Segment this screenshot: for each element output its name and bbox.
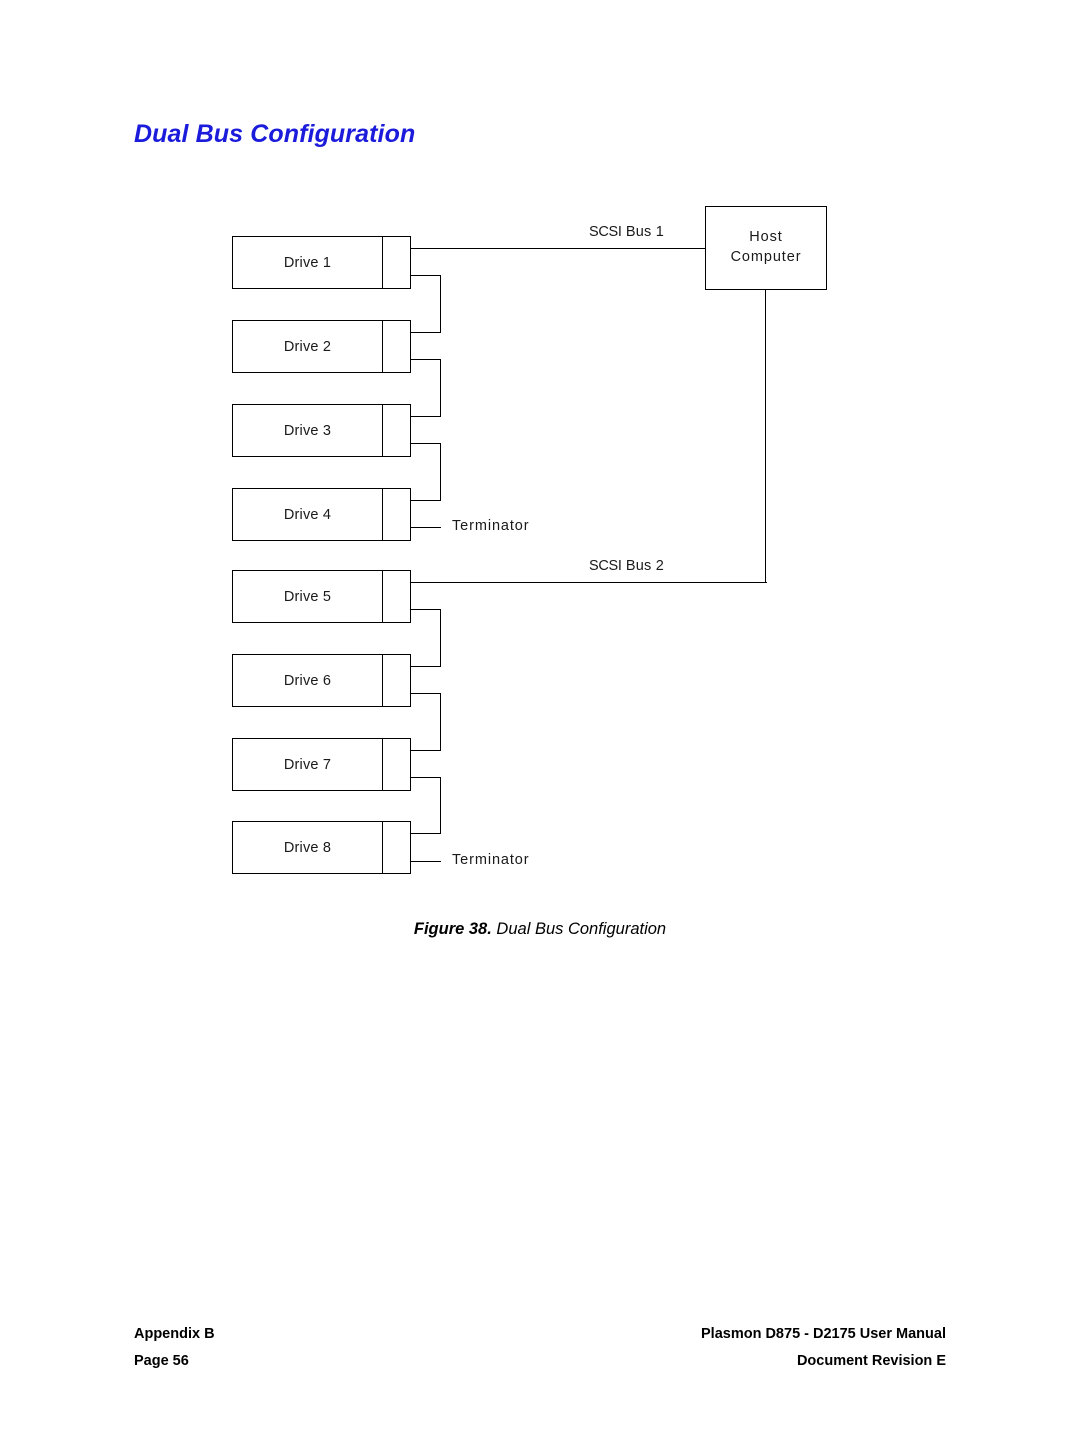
- scsi-bus-2-trunk-line: [411, 582, 767, 583]
- drive-label: Drive 4: [283, 506, 332, 523]
- footer-row-bottom: Page 56 Document Revision E: [134, 1348, 946, 1375]
- drive-box: Drive 7: [232, 738, 411, 791]
- chain-link-1-2-lower-stub: [411, 332, 441, 333]
- drive-label: Drive 3: [283, 422, 332, 439]
- footer-document-revision: Document Revision E: [796, 1352, 946, 1369]
- chain-link-3-4-upper-stub: [411, 443, 441, 444]
- chain-link-7-8-lower-stub: [411, 833, 441, 834]
- chain-link-2-3-upper-stub: [411, 359, 441, 360]
- drive-connector-port: [383, 571, 410, 622]
- drive-box: Drive 4: [232, 488, 411, 541]
- drive-connector-port: [383, 237, 410, 288]
- footer-manual-title: Plasmon D875 - D2175 User Manual: [701, 1326, 946, 1342]
- page-footer: Appendix B Plasmon D875 - D2175 User Man…: [134, 1321, 946, 1375]
- drive-label: Drive 6: [283, 672, 332, 689]
- drive-label: Drive 5: [283, 588, 332, 605]
- figure-caption-text: Dual Bus Configuration: [496, 920, 667, 938]
- chain-link-7-8-vertical: [440, 777, 441, 833]
- drive-body: Drive 5: [233, 571, 383, 622]
- drive-connector-port: [383, 822, 410, 873]
- host-computer-label-line1: Host: [749, 229, 783, 246]
- chain-link-5-6-vertical: [440, 609, 441, 666]
- scsi-bus-1-label-suffix: Bus 1: [621, 224, 664, 240]
- footer-page-number: Page 56: [134, 1352, 189, 1369]
- chain-link-2-3-vertical: [440, 359, 441, 416]
- scsi-bus-1-label-prefix: SCSI: [589, 224, 622, 240]
- terminator-stub-bus-2: [411, 861, 441, 862]
- drive-body: Drive 8: [233, 822, 383, 873]
- terminator-label-bus-2: Terminator: [452, 852, 530, 868]
- scsi-bus-1-trunk-line: [411, 248, 707, 249]
- drive-box: Drive 6: [232, 654, 411, 707]
- footer-appendix: Appendix B: [134, 1326, 215, 1342]
- host-to-bus-2-vertical: [765, 290, 766, 583]
- chain-link-7-8-upper-stub: [411, 777, 441, 778]
- chain-link-3-4-lower-stub: [411, 500, 441, 501]
- scsi-bus-2-label: SCSI Bus 2: [589, 558, 664, 574]
- document-page: Dual Bus Configuration Drive 1 Drive 2 D…: [0, 0, 1080, 1437]
- scsi-bus-1-label: SCSI Bus 1: [589, 224, 664, 240]
- scsi-bus-2-label-prefix: SCSI: [589, 558, 622, 574]
- drive-label: Drive 8: [283, 839, 332, 856]
- drive-body: Drive 2: [233, 321, 383, 372]
- drive-box: Drive 5: [232, 570, 411, 623]
- drive-connector-port: [383, 655, 410, 706]
- host-computer-box: Host Computer: [705, 206, 827, 290]
- drive-box: Drive 1: [232, 236, 411, 289]
- chain-link-1-2-vertical: [440, 275, 441, 332]
- drive-body: Drive 3: [233, 405, 383, 456]
- chain-link-6-7-lower-stub: [411, 750, 441, 751]
- drive-body: Drive 4: [233, 489, 383, 540]
- host-computer-label-line2: Computer: [730, 249, 802, 265]
- drive-connector-port: [383, 321, 410, 372]
- chain-link-3-4-vertical: [440, 443, 441, 500]
- drive-connector-port: [383, 405, 410, 456]
- terminator-stub-bus-1: [411, 527, 441, 528]
- chain-link-6-7-upper-stub: [411, 693, 441, 694]
- dual-bus-diagram: Drive 1 Drive 2 Drive 3 Drive 4 Terminat…: [0, 0, 1080, 960]
- drive-box: Drive 2: [232, 320, 411, 373]
- drive-box: Drive 3: [232, 404, 411, 457]
- scsi-bus-2-label-suffix: Bus 2: [621, 558, 664, 574]
- chain-link-2-3-lower-stub: [411, 416, 441, 417]
- chain-link-5-6-upper-stub: [411, 609, 441, 610]
- drive-connector-port: [383, 739, 410, 790]
- drive-body: Drive 1: [233, 237, 383, 288]
- footer-row-top: Appendix B Plasmon D875 - D2175 User Man…: [134, 1321, 946, 1348]
- drive-body: Drive 6: [233, 655, 383, 706]
- figure-caption-number: Figure 38.: [413, 920, 492, 938]
- drive-label: Drive 2: [283, 338, 332, 355]
- drive-connector-port: [383, 489, 410, 540]
- chain-link-1-2-upper-stub: [411, 275, 441, 276]
- drive-label: Drive 1: [283, 254, 332, 271]
- chain-link-5-6-lower-stub: [411, 666, 441, 667]
- figure-caption: Figure 38. Dual Bus Configuration: [0, 920, 1080, 939]
- drive-body: Drive 7: [233, 739, 383, 790]
- terminator-label-bus-1: Terminator: [452, 518, 530, 534]
- drive-box: Drive 8: [232, 821, 411, 874]
- chain-link-6-7-vertical: [440, 693, 441, 750]
- drive-label: Drive 7: [283, 756, 332, 773]
